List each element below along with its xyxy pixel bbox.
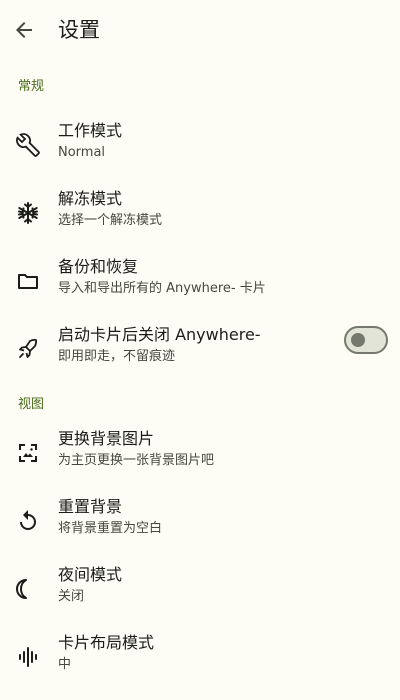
setting-subtitle: 关闭	[58, 589, 85, 604]
reset-icon	[16, 509, 40, 533]
setting-subtitle: 选择一个解冻模式	[58, 213, 163, 228]
setting-subtitle: 将背景重置为空白	[58, 521, 163, 536]
setting-change-background[interactable]: 更换背景图片 为主页更换一张背景图片吧	[0, 420, 400, 486]
section-header-view: 视图	[18, 397, 45, 412]
moon-icon	[16, 577, 40, 601]
arrow-back-icon	[16, 22, 32, 38]
setting-subtitle: Normal	[58, 145, 106, 160]
setting-title: 重置背景	[58, 497, 123, 516]
setting-subtitle: 导入和导出所有的 Anywhere- 卡片	[58, 281, 266, 296]
setting-reset-background[interactable]: 重置背景 将背景重置为空白	[0, 488, 400, 554]
setting-title: 更换背景图片	[58, 429, 155, 448]
wrench-icon	[16, 133, 40, 157]
setting-subtitle: 中	[58, 657, 72, 672]
setting-night-mode[interactable]: 夜间模式 关闭	[0, 556, 400, 622]
setting-title: 夜间模式	[58, 565, 123, 584]
setting-close-after-launch[interactable]: 启动卡片后关闭 Anywhere- 即用即走，不留痕迹	[0, 316, 400, 382]
setting-unfreeze-mode[interactable]: 解冻模式 选择一个解冻模式	[0, 180, 400, 246]
setting-title: 卡片布局模式	[58, 633, 155, 652]
setting-title: 工作模式	[58, 121, 123, 140]
folder-icon	[16, 269, 40, 293]
wallpaper-icon	[16, 441, 40, 465]
setting-title: 解冻模式	[58, 189, 123, 208]
page-title: 设置	[58, 18, 100, 42]
setting-card-layout[interactable]: 卡片布局模式 中	[0, 624, 400, 690]
rocket-icon	[16, 337, 40, 361]
back-button[interactable]	[12, 18, 36, 42]
setting-subtitle: 为主页更换一张背景图片吧	[58, 453, 215, 468]
close-after-launch-switch[interactable]	[344, 326, 388, 354]
setting-title: 备份和恢复	[58, 257, 139, 276]
setting-backup-restore[interactable]: 备份和恢复 导入和导出所有的 Anywhere- 卡片	[0, 248, 400, 314]
switch-knob	[351, 333, 365, 347]
setting-subtitle: 即用即走，不留痕迹	[58, 349, 176, 364]
section-header-general: 常规	[18, 79, 45, 94]
layout-icon	[16, 645, 40, 669]
snowflake-icon	[16, 201, 40, 225]
setting-work-mode[interactable]: 工作模式 Normal	[0, 112, 400, 178]
top-app-bar: 设置	[0, 0, 400, 60]
setting-title: 启动卡片后关闭 Anywhere-	[58, 325, 261, 344]
